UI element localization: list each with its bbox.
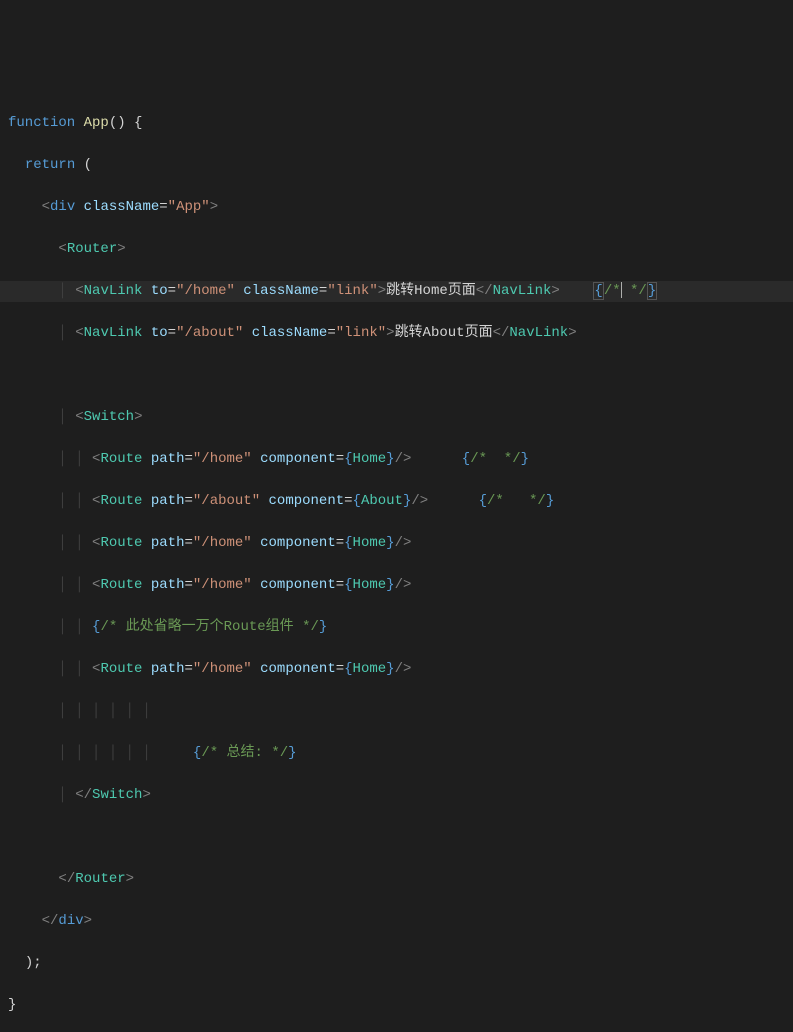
keyword-return: return (25, 157, 75, 173)
code-line: return ( (0, 155, 793, 176)
attr-component: component (260, 661, 336, 677)
attr-component: component (260, 535, 336, 551)
code-line: │ │ <Route path="/home" component={Home}… (0, 533, 793, 554)
string: "/home" (193, 577, 252, 593)
string: "/home" (193, 535, 252, 551)
attr-path: path (151, 451, 185, 467)
code-line: <Router> (0, 239, 793, 260)
code-line (0, 365, 793, 386)
code-line-active: │ <NavLink to="/home" className="link">跳… (0, 281, 793, 302)
tag-Switch: Switch (84, 409, 134, 425)
attr-path: path (151, 661, 185, 677)
comment: /* */ (487, 493, 546, 509)
string: "link" (327, 283, 377, 299)
tag-Route: Route (100, 451, 142, 467)
string: "link" (336, 325, 386, 341)
tag-Route: Route (100, 661, 142, 677)
code-line: │ │ <Route path="/home" component={Home}… (0, 449, 793, 470)
comment: /* 总结: */ (201, 745, 288, 761)
code-line: │ │ │ │ │ │ {/* 总结: */} (0, 743, 793, 764)
attr-component: component (260, 577, 336, 593)
tag-div: div (58, 913, 83, 929)
tag-div: div (50, 199, 75, 215)
string: "/about" (176, 325, 243, 341)
attr-to: to (151, 325, 168, 341)
code-line: │ │ {/* 此处省略一万个Route组件 */} (0, 617, 793, 638)
keyword-function: function (8, 115, 75, 131)
code-line: <div className="App"> (0, 197, 793, 218)
code-line: │ <Switch> (0, 407, 793, 428)
comp-Home: Home (353, 535, 387, 551)
attr-path: path (151, 577, 185, 593)
code-line: </Router> (0, 869, 793, 890)
string: "/home" (176, 283, 235, 299)
jsx-text: 跳转Home页面 (386, 283, 476, 299)
comp-Home: Home (353, 577, 387, 593)
code-line: ); (0, 953, 793, 974)
attr-to: to (151, 283, 168, 299)
attr-className: className (252, 325, 328, 341)
code-line: function App() { (0, 113, 793, 134)
code-line: │ │ │ │ │ │ (0, 701, 793, 722)
jsx-text: 跳转About页面 (395, 325, 493, 341)
comment: /* 此处省略一万个Route组件 */ (100, 619, 318, 635)
tag-Route: Route (100, 535, 142, 551)
function-name: App (84, 115, 109, 131)
comp-Home: Home (353, 661, 387, 677)
comp-About: About (361, 493, 403, 509)
attr-component: component (269, 493, 345, 509)
code-line: │ │ <Route path="/about" component={Abou… (0, 491, 793, 512)
tag-Router: Router (67, 241, 117, 257)
attr-path: path (151, 535, 185, 551)
code-line: </div> (0, 911, 793, 932)
tag-Route: Route (100, 577, 142, 593)
code-line (0, 827, 793, 848)
cursor-icon (621, 282, 622, 298)
tag-NavLink: NavLink (84, 283, 143, 299)
tag-Switch: Switch (92, 787, 142, 803)
string: "/home" (193, 661, 252, 677)
string: "/about" (193, 493, 260, 509)
comment: /* */ (470, 451, 520, 467)
code-line: │ <NavLink to="/about" className="link">… (0, 323, 793, 344)
comp-Home: Home (353, 451, 387, 467)
tag-NavLink: NavLink (84, 325, 143, 341)
tag-Route: Route (100, 493, 142, 509)
code-line: │ </Switch> (0, 785, 793, 806)
code-line: } (0, 995, 793, 1016)
attr-component: component (260, 451, 336, 467)
string: "/home" (193, 451, 252, 467)
attr-className: className (84, 199, 160, 215)
code-line: │ │ <Route path="/home" component={Home}… (0, 659, 793, 680)
attr-className: className (243, 283, 319, 299)
code-editor[interactable]: function App() { return ( <div className… (0, 92, 793, 1032)
attr-path: path (151, 493, 185, 509)
code-line: │ │ <Route path="/home" component={Home}… (0, 575, 793, 596)
string: "App" (168, 199, 210, 215)
tag-Router: Router (75, 871, 125, 887)
comment: /* (604, 283, 621, 299)
